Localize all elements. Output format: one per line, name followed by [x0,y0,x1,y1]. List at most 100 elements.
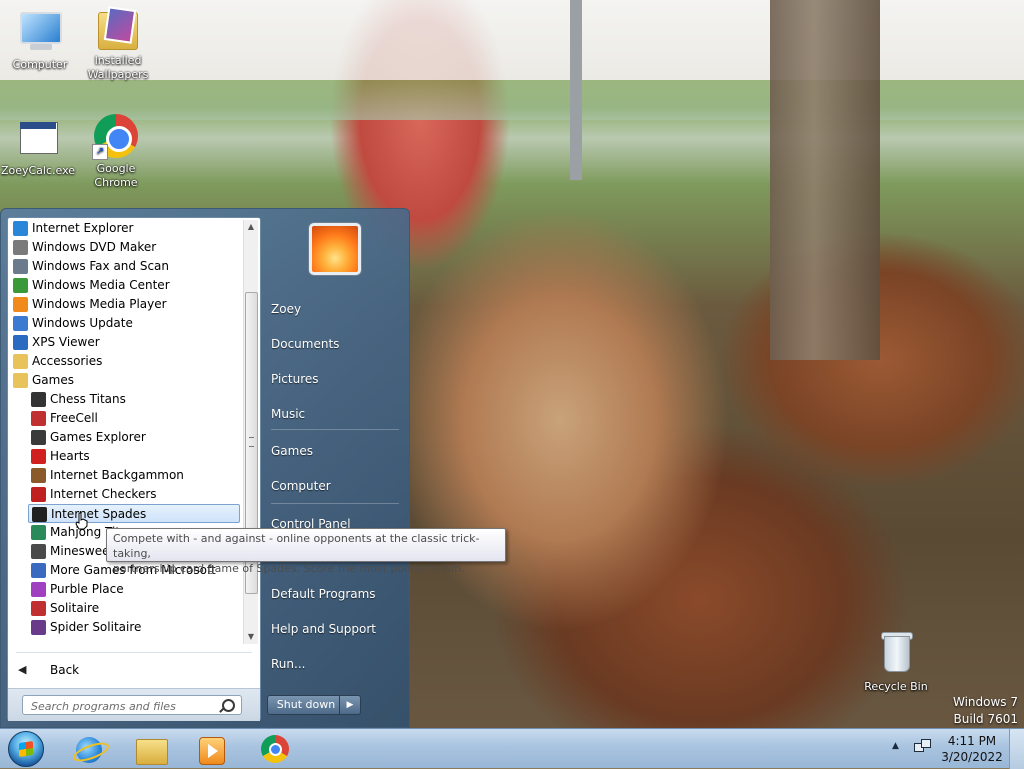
program-label: Windows Media Center [32,278,170,292]
program-tooltip: Compete with - and against - online oppo… [106,528,506,575]
folder-icon [13,354,28,369]
desktop-icon-installed-wallpapers[interactable]: Installed Wallpapers [80,4,156,82]
program-item[interactable]: Windows Media Center [10,276,240,295]
desktop-icon-google-chrome[interactable]: ↗ Google Chrome [78,112,154,190]
chrome-icon [261,735,289,763]
start-right-zoey[interactable]: Zoey [271,297,401,321]
application-icon [14,114,62,162]
user-account-picture[interactable] [309,223,361,275]
start-right-documents[interactable]: Documents [271,332,401,356]
network-icon[interactable] [914,739,931,755]
wallpaper-pole [570,0,582,180]
desktop-icon-computer[interactable]: Computer [2,8,78,72]
taskbar-clock[interactable]: 4:11 PM 3/20/2022 [936,733,1008,765]
windows-version-watermark: Windows 7 Build 7601 [953,694,1018,728]
purble-place-icon [31,582,46,597]
start-right-pictures[interactable]: Pictures [271,367,401,391]
shutdown-button[interactable]: Shut down [267,695,345,715]
dvd-maker-icon [13,240,28,255]
media-center-icon [13,278,28,293]
desktop-icon-recycle-bin[interactable]: Recycle Bin [858,630,934,694]
program-item[interactable]: Spider Solitaire [28,618,240,637]
taskbar-google-chrome[interactable] [248,731,302,767]
program-item[interactable]: XPS Viewer [10,333,240,352]
internet-explorer-icon [13,221,28,236]
program-label: Spider Solitaire [50,620,142,634]
start-right-music[interactable]: Music [271,402,401,426]
program-item[interactable]: Windows Fax and Scan [10,257,240,276]
start-right-default-programs[interactable]: Default Programs [271,582,401,606]
chess-icon [31,392,46,407]
right-pane-separator [271,429,399,430]
media-player-icon [199,737,225,765]
program-item[interactable]: Hearts [28,447,240,466]
taskbar-windows-explorer[interactable] [124,731,178,767]
search-input[interactable] [23,696,229,716]
program-item[interactable]: Windows Update [10,314,240,333]
search-area [8,688,260,721]
windows-update-icon [13,316,28,331]
program-item[interactable]: Games Explorer [28,428,240,447]
hearts-icon [31,449,46,464]
start-button[interactable] [8,731,44,767]
tooltip-line: Compete with - and against - online oppo… [113,532,480,560]
shutdown-options-arrow-icon[interactable]: ▶ [339,695,361,715]
program-label: Chess Titans [50,392,126,406]
program-item[interactable]: Purble Place [28,580,240,599]
right-pane-separator [271,503,399,504]
program-item[interactable]: Internet Checkers [28,485,240,504]
checkers-icon [31,487,46,502]
media-player-icon [13,297,28,312]
scroll-down-arrow-icon[interactable]: ▼ [244,630,258,644]
program-item[interactable]: Accessories [10,352,240,371]
program-label: Games Explorer [50,430,146,444]
program-label: Solitaire [50,601,100,615]
chrome-icon: ↗ [92,112,140,160]
start-right-run[interactable]: Run... [271,652,401,676]
program-item[interactable]: Windows DVD Maker [10,238,240,257]
freecell-icon [31,411,46,426]
start-right-help-and-support[interactable]: Help and Support [271,617,401,641]
back-arrow-icon: ◀ [18,663,27,676]
program-item[interactable]: FreeCell [28,409,240,428]
tooltip-line: partnership card game of Spades. Score t… [113,562,465,575]
program-item[interactable]: Solitaire [28,599,240,618]
taskbar: ▲ 4:11 PM 3/20/2022 [0,728,1024,769]
solitaire-icon [31,601,46,616]
start-right-computer[interactable]: Computer [271,474,401,498]
start-menu-programs-pane: Internet Explorer Windows DVD Maker Window… [7,217,261,721]
spades-icon [32,507,47,522]
fax-scan-icon [13,259,28,274]
windows-logo-icon [19,741,33,757]
show-hidden-icons-arrow-icon[interactable]: ▲ [892,741,899,751]
show-desktop-button[interactable] [1009,729,1024,769]
start-menu: Internet Explorer Windows DVD Maker Window… [0,208,410,728]
program-label: Windows Update [32,316,133,330]
program-item[interactable]: Windows Media Player [10,295,240,314]
program-label: Windows Fax and Scan [32,259,170,273]
games-explorer-icon [31,430,46,445]
taskbar-media-player[interactable] [184,731,238,767]
taskbar-internet-explorer[interactable] [62,731,116,767]
program-label: Internet Spades [51,507,147,521]
program-item[interactable]: Internet Explorer [10,219,240,238]
programs-scrollbar[interactable]: ▲ ▼ [243,220,258,644]
desktop-icon-zoeycalc[interactable]: ZoeyCalc.exe [0,114,76,178]
program-item[interactable]: Games [10,371,240,390]
program-label: Windows DVD Maker [32,240,157,254]
folder-icon [13,373,28,388]
all-programs-list: Internet Explorer Windows DVD Maker Window… [8,218,246,646]
watermark-line: Windows 7 [952,695,1018,709]
clock-time: 4:11 PM [947,734,997,748]
program-item[interactable]: Internet Spades [28,504,240,523]
program-label: FreeCell [50,411,98,425]
start-right-games[interactable]: Games [271,439,401,463]
program-item[interactable]: Chess Titans [28,390,240,409]
spider-solitaire-icon [31,620,46,635]
scroll-up-arrow-icon[interactable]: ▲ [244,220,258,234]
search-box[interactable] [22,695,242,716]
search-icon[interactable] [222,699,235,712]
program-item[interactable]: Internet Backgammon [28,466,240,485]
program-label: Purble Place [50,582,124,596]
backgammon-icon [31,468,46,483]
